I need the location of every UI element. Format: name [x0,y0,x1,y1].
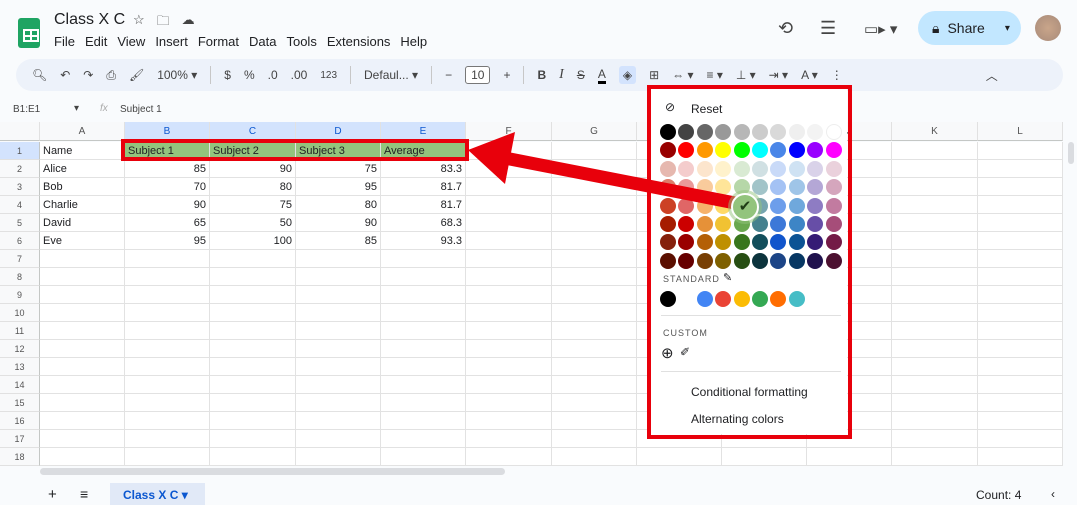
sheet-tab[interactable]: Class X C ▾ [110,483,205,505]
annotation-arrow [468,132,737,210]
all-sheets-icon[interactable]: ≡ [80,486,88,502]
add-sheet-icon[interactable]: + [48,486,57,503]
sheet-bar: + ≡ Class X C ▾ Count: 4 ‹ [0,483,1077,505]
side-panel-toggle-icon[interactable]: ‹ [1051,487,1055,501]
selected-color-check-icon[interactable]: ✔ [731,193,759,221]
status-count[interactable]: Count: 4 [976,488,1021,502]
